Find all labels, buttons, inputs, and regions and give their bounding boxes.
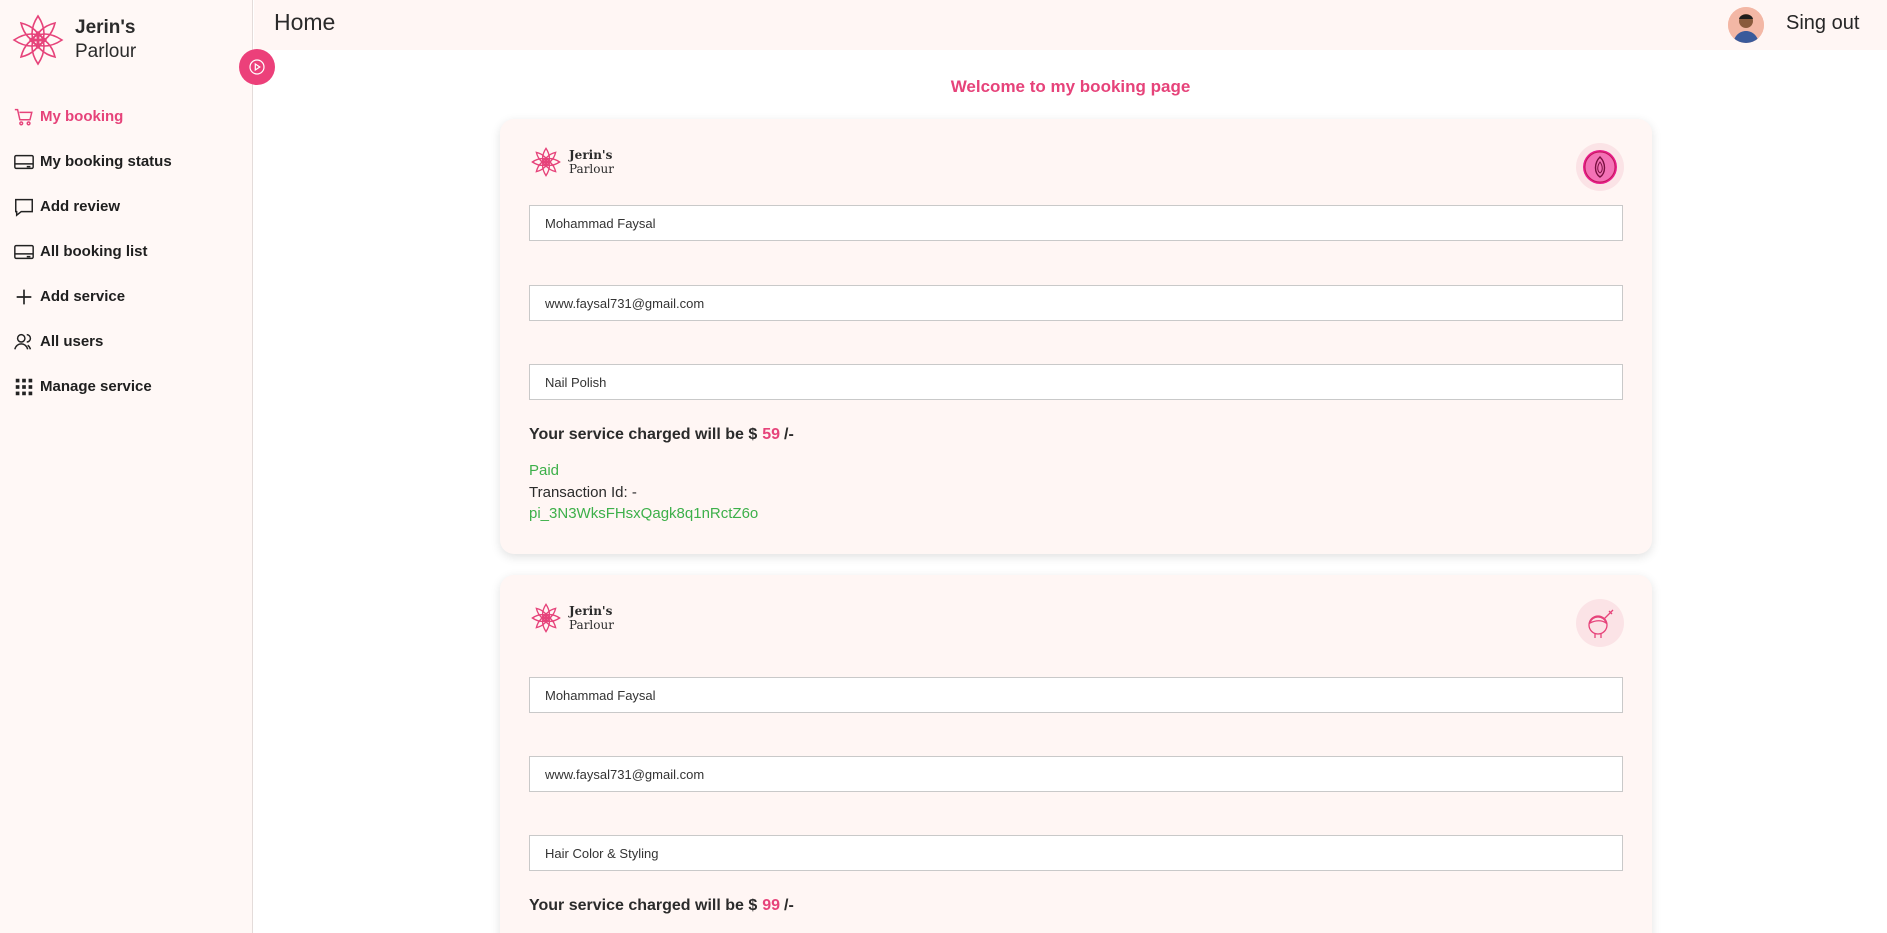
status-badge: Paid (529, 462, 560, 479)
nail-icon (1583, 150, 1617, 184)
sidebar-item-add-service[interactable]: Add service (12, 274, 242, 319)
transaction-label: Transaction Id: - (529, 484, 637, 501)
email-field[interactable]: www.faysal731@gmail.com (529, 285, 1623, 321)
card-brand-line1: Jerin's (569, 148, 613, 162)
charge-prefix: Your service charged will be $ (529, 426, 758, 443)
lotus-logo-icon (531, 603, 561, 633)
grid-icon (12, 375, 36, 399)
service-badge (1576, 143, 1624, 191)
charge-amount: 99 (762, 897, 781, 914)
sidebar-toggle-button[interactable] (239, 49, 275, 85)
service-field[interactable]: Nail Polish (529, 364, 1623, 400)
cart-icon (12, 105, 36, 129)
plus-icon (12, 285, 36, 309)
booking-card: Jerin's Parlour Mohammad Faysal www.fays… (500, 575, 1652, 933)
sidebar-item-manage-service[interactable]: Manage service (12, 364, 242, 409)
card-brand-line2: Parlour (569, 618, 614, 632)
brand-logo[interactable]: Jerin's Parlour (8, 10, 136, 70)
service-charge-text: Your service charged will be $59/- (529, 426, 794, 444)
comment-icon (12, 195, 36, 219)
avatar[interactable] (1728, 7, 1764, 43)
card-brand-logo: Jerin's Parlour (529, 601, 614, 635)
charge-suffix: /- (784, 426, 794, 443)
page-title: Home (274, 9, 336, 35)
welcome-heading: Welcome to my booking page (950, 77, 1191, 96)
sidebar-item-my-booking-status[interactable]: My booking status (12, 139, 242, 184)
sidebar-item-label: Manage service (40, 378, 152, 395)
sidebar-item-all-users[interactable]: All users (12, 319, 242, 364)
booking-card: Jerin's Parlour Mohammad Faysal www.fays… (500, 119, 1652, 554)
card-brand-line2: Parlour (569, 162, 614, 176)
sidebar-item-label: Add service (40, 288, 126, 305)
name-field[interactable]: Mohammad Faysal (529, 677, 1623, 713)
top-bar: Home Sing out (254, 0, 1887, 50)
sidebar-item-label: All users (40, 333, 104, 350)
service-charge-text: Your service charged will be $99/- (529, 897, 794, 915)
sidebar-item-label: Add review (40, 198, 121, 215)
service-badge (1576, 599, 1624, 647)
sidebar-item-label: My booking (40, 108, 124, 125)
email-field[interactable]: www.faysal731@gmail.com (529, 756, 1623, 792)
signout-button[interactable]: Sing out (1786, 12, 1859, 35)
charge-amount: 59 (762, 426, 781, 443)
charge-suffix: /- (784, 897, 794, 914)
sidebar-item-all-booking-list[interactable]: All booking list (12, 229, 242, 274)
sidebar-item-label: My booking status (40, 153, 172, 170)
brand-name-line1: Jerin's (75, 17, 136, 38)
hair-icon (1588, 609, 1614, 638)
lotus-logo-icon (12, 14, 64, 66)
sidebar: Jerin's Parlour My booking My booking st… (0, 0, 253, 933)
transaction-id: pi_3N3WksFHsxQagk8q1nRctZ6o (529, 505, 759, 522)
card-icon (12, 150, 36, 174)
lotus-logo-icon (531, 147, 561, 177)
sidebar-item-label: All booking list (40, 243, 148, 260)
card-brand-line1: Jerin's (569, 604, 613, 618)
charge-prefix: Your service charged will be $ (529, 897, 758, 914)
sidebar-nav: My booking My booking status Add review … (12, 94, 242, 409)
name-field[interactable]: Mohammad Faysal (529, 205, 1623, 241)
sidebar-item-add-review[interactable]: Add review (12, 184, 242, 229)
sidebar-item-my-booking[interactable]: My booking (12, 94, 242, 139)
play-icon (249, 59, 265, 75)
card-icon (12, 240, 36, 264)
service-field[interactable]: Hair Color & Styling (529, 835, 1623, 871)
card-brand-logo: Jerin's Parlour (529, 145, 614, 179)
brand-name-line2: Parlour (75, 41, 137, 62)
users-icon (12, 330, 36, 354)
